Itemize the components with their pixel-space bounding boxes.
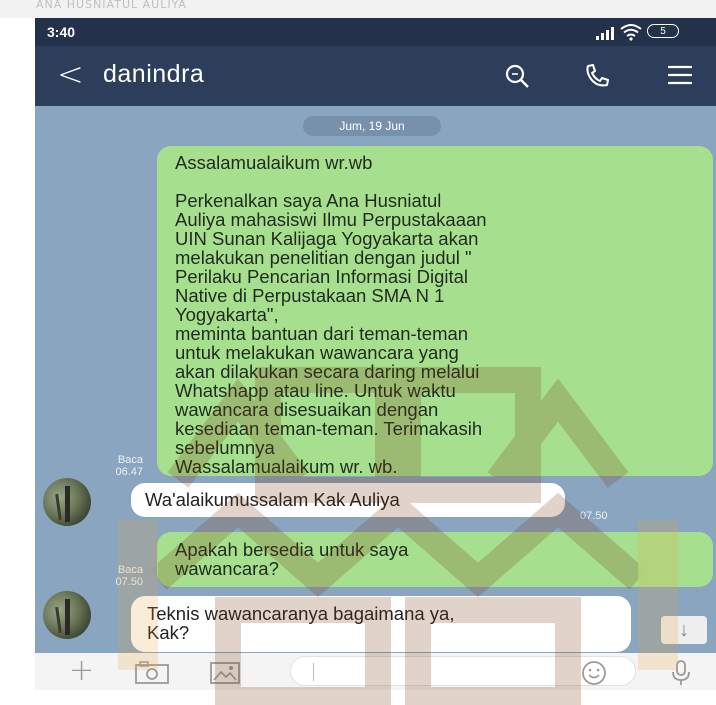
back-icon[interactable]: < — [57, 56, 84, 92]
emoji-icon[interactable] — [581, 660, 607, 686]
message-bubble-outgoing[interactable]: Assalamualaikum wr.wb Perkenalkan saya A… — [157, 146, 713, 476]
mic-icon[interactable] — [669, 659, 693, 687]
text-caret — [313, 663, 314, 681]
cropped-text: ANA HUSNIATUL AULIYA — [36, 0, 187, 11]
call-icon[interactable] — [583, 62, 611, 90]
status-time: 3:40 — [47, 24, 76, 40]
read-label: Baca — [117, 564, 143, 576]
message-text: Teknis wawancaranya bagaimana ya, Kak? — [147, 603, 455, 643]
read-label: Baca — [117, 454, 143, 466]
message-time: 07.50 — [115, 576, 143, 588]
chat-header: < danindra — [35, 46, 716, 106]
message-bubble-outgoing[interactable]: Apakah bersedia untuk saya wawancara? — [157, 532, 713, 587]
battery-icon: 5 — [647, 24, 679, 38]
input-bar: + — [35, 653, 716, 690]
message-text: Apakah bersedia untuk saya wawancara? — [175, 539, 409, 579]
message-time: 07.50 — [580, 510, 608, 522]
message-time: 06.47 — [115, 466, 143, 478]
date-chip: Jum, 19 Jun — [303, 116, 441, 136]
avatar[interactable] — [43, 478, 91, 526]
signal-icon — [596, 27, 614, 40]
message-bubble-incoming[interactable]: Wa'alaikumussalam Kak Auliya — [131, 483, 565, 517]
camera-icon[interactable] — [134, 661, 170, 685]
phone-screen: 3:40 5 < danindra Jum, 19 Jun Assalamual… — [35, 18, 716, 690]
message-bubble-incoming[interactable]: Teknis wawancaranya bagaimana ya, Kak? — [131, 596, 631, 652]
chat-area[interactable]: Jum, 19 Jun Assalamualaikum wr.wb Perken… — [35, 106, 716, 653]
scroll-down-button[interactable]: ↓ — [661, 616, 707, 644]
battery-level: 5 — [660, 26, 666, 37]
menu-icon[interactable] — [667, 64, 693, 86]
avatar[interactable] — [43, 591, 91, 639]
read-receipt: Baca 06.47 — [97, 454, 143, 478]
cropped-top-strip: ANA HUSNIATUL AULIYA — [0, 0, 716, 18]
search-icon[interactable] — [503, 62, 531, 90]
wifi-icon — [620, 24, 642, 41]
status-bar: 3:40 5 — [35, 18, 716, 46]
message-text: Wa'alaikumussalam Kak Auliya — [145, 489, 400, 510]
image-icon[interactable] — [209, 661, 241, 685]
contact-name[interactable]: danindra — [103, 60, 204, 89]
plus-icon[interactable]: + — [69, 655, 94, 687]
message-text: Assalamualaikum wr.wb Perkenalkan saya A… — [175, 152, 487, 477]
read-receipt: Baca 07.50 — [97, 564, 143, 588]
